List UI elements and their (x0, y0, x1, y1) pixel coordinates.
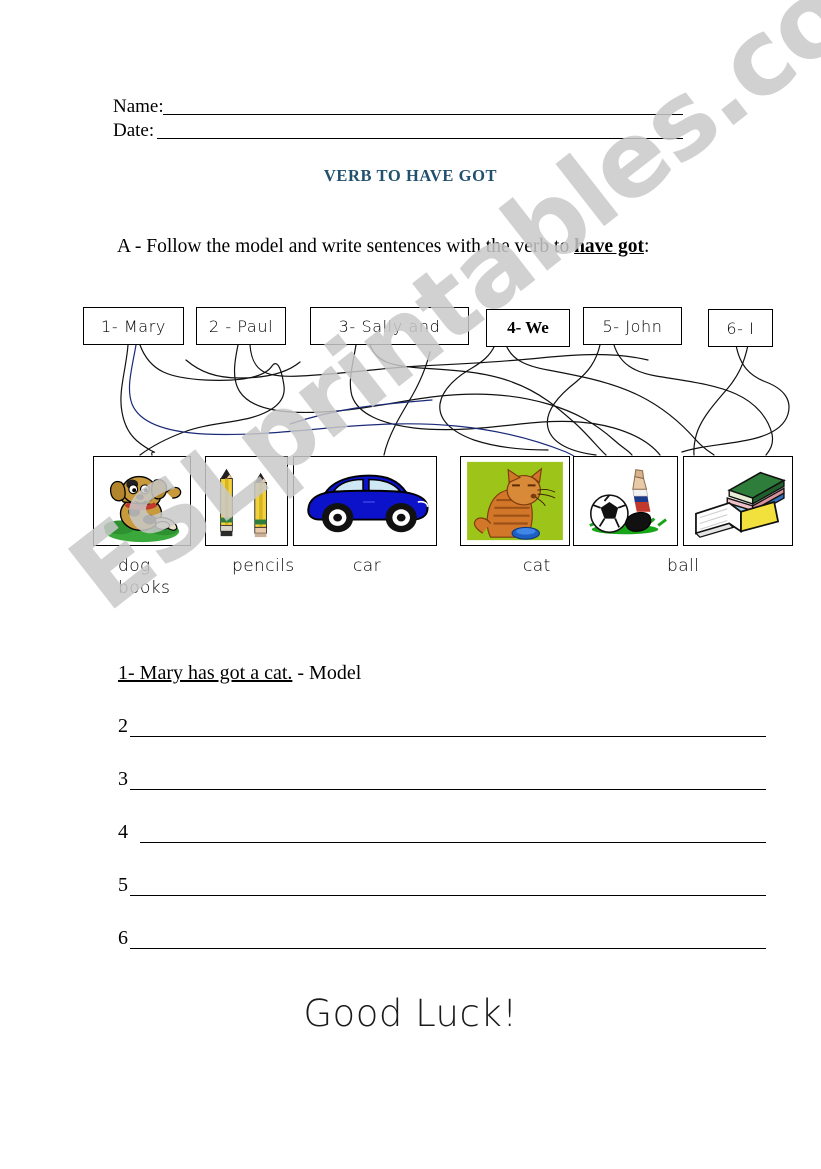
answer-row-2: 2 (118, 715, 766, 745)
subject-label-6: 6- I (726, 318, 755, 338)
picture-box-cat[interactable] (460, 456, 570, 546)
picture-box-car[interactable] (293, 456, 437, 546)
name-input-rule[interactable] (163, 114, 683, 115)
answer-input-rule-3[interactable] (130, 789, 766, 790)
answer-row-3: 3 (118, 768, 766, 798)
subject-label-2: 2 - Paul (208, 316, 274, 336)
subject-box-2[interactable]: 2 - Paul (196, 307, 286, 345)
answer-input-rule-6[interactable] (130, 948, 766, 949)
picture-box-dog[interactable] (93, 456, 191, 546)
date-label: Date: (113, 120, 155, 141)
ball-icon (574, 457, 677, 545)
answer-row-6: 6 (118, 927, 766, 957)
exercise-instruction: A - Follow the model and write sentences… (117, 236, 649, 258)
dog-icon (94, 457, 190, 545)
answer-input-rule-2[interactable] (130, 736, 766, 737)
date-field-row: Date: (113, 120, 683, 144)
picture-label-car: car (353, 556, 381, 576)
picture-box-ball[interactable] (573, 456, 678, 546)
answer-number-2: 2 (118, 715, 128, 737)
instruction-suffix: : (643, 236, 650, 257)
answer-number-6: 6 (118, 927, 128, 949)
subject-box-3[interactable]: 3- Sally and (310, 307, 469, 345)
picture-box-books[interactable] (683, 456, 793, 546)
subject-box-4[interactable]: 4- We (486, 309, 570, 347)
answer-row-5: 5 (118, 874, 766, 904)
books-icon (684, 457, 792, 545)
cat-icon (461, 457, 569, 545)
picture-label-books: books (118, 578, 171, 598)
subject-label-5: 5- John (602, 316, 663, 336)
worksheet-title: VERB TO HAVE GOT (323, 166, 498, 185)
date-input-rule[interactable] (157, 138, 683, 139)
pencils-icon (206, 457, 287, 545)
subject-label-4: 4- We (507, 318, 549, 337)
instruction-emphasis: have got (574, 236, 644, 257)
picture-label-dog: dog (118, 556, 151, 576)
answer-number-4: 4 (118, 821, 128, 843)
name-label: Name: (113, 96, 164, 117)
student-info-block: Name: Date: (113, 96, 683, 144)
answer-number-5: 5 (118, 874, 128, 896)
model-sentence-text: 1- Mary has got a cat. (118, 662, 293, 684)
subject-box-5[interactable]: 5- John (583, 307, 682, 345)
answer-input-rule-4[interactable] (140, 842, 766, 843)
answer-input-rule-5[interactable] (130, 895, 766, 896)
picture-label-pencils: pencils (232, 556, 295, 576)
good-luck-footer: Good Luck! (303, 992, 518, 1035)
answer-number-3: 3 (118, 768, 128, 790)
subject-box-1[interactable]: 1- Mary (83, 307, 184, 345)
instruction-prefix: A - Follow the model and write sentences… (117, 236, 575, 257)
answer-row-4: 4 (118, 821, 766, 851)
subject-label-1: 1- Mary (101, 316, 166, 336)
car-icon (294, 457, 436, 545)
name-field-row: Name: (113, 96, 683, 120)
model-sentence: 1- Mary has got a cat. - Model (118, 662, 361, 685)
model-sentence-tag: - Model (292, 662, 362, 684)
picture-box-pencils[interactable] (205, 456, 288, 546)
picture-label-cat: cat (523, 556, 551, 576)
subject-label-3: 3- Sally and (338, 316, 441, 336)
picture-label-ball: ball (667, 556, 700, 576)
subject-box-6[interactable]: 6- I (708, 309, 773, 347)
